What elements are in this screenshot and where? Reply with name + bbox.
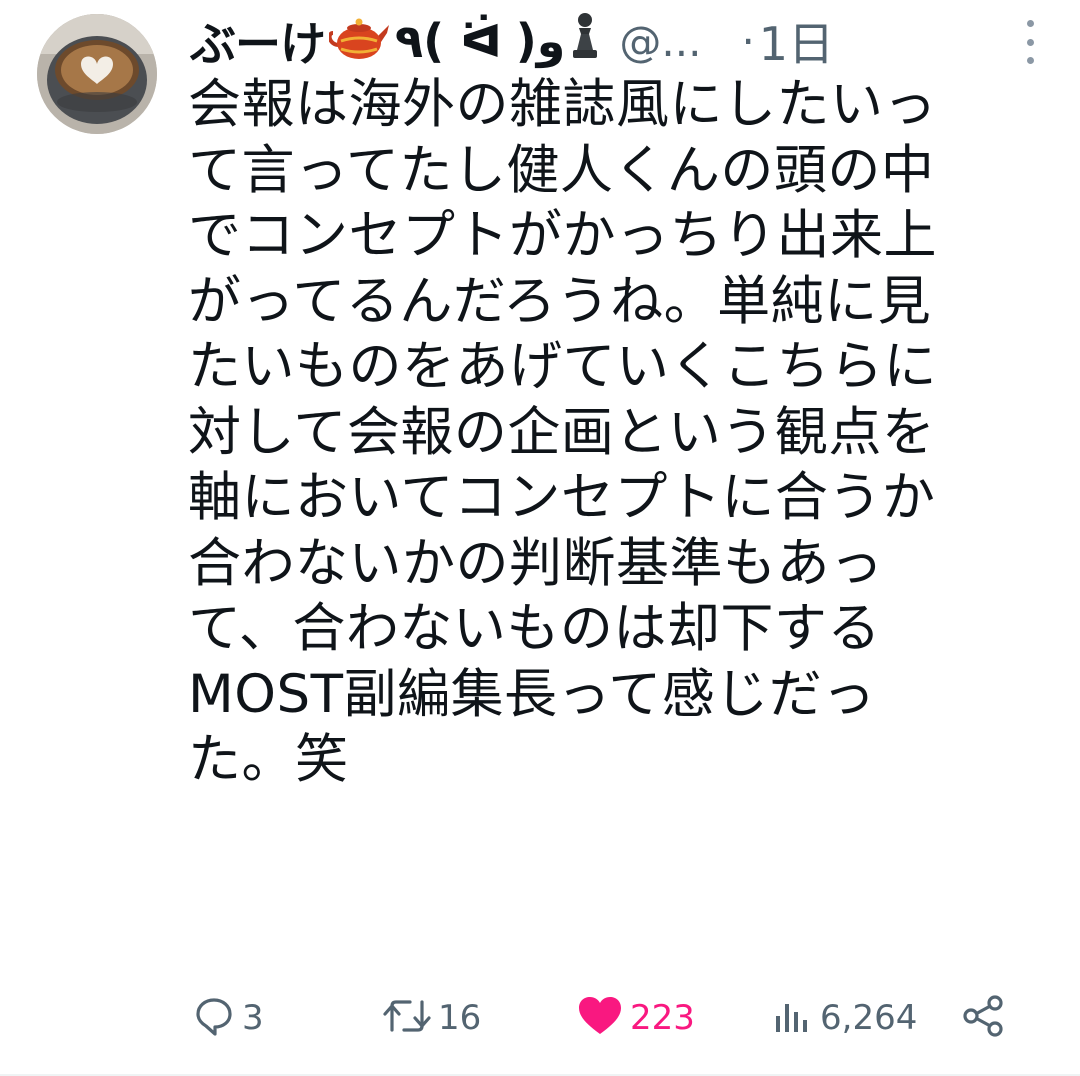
reply-button[interactable]: 3	[192, 990, 264, 1046]
more-options-icon[interactable]	[1020, 20, 1040, 64]
user-handle[interactable]: @...	[619, 17, 701, 66]
like-button[interactable]: 223	[576, 990, 695, 1046]
teapot-icon	[327, 11, 391, 72]
tweet-header: ぶーけ ٩( ᐛ )و @... · 1日	[190, 6, 1050, 76]
tweet-actions: 3 16 223 6,264	[0, 990, 1080, 1046]
tweet-card[interactable]: ぶーけ ٩( ᐛ )و @... · 1日 会報は海外の雑誌風にしたいっ て言っ…	[0, 0, 1080, 1076]
tweet-text-line: がってるんだろうね。単純に見	[188, 270, 932, 332]
avatar[interactable]	[37, 14, 157, 134]
heart-icon	[576, 994, 624, 1042]
retweet-icon	[382, 994, 432, 1042]
tweet-text-line: 合わないかの判断基準もあっ	[188, 532, 884, 594]
reply-icon	[192, 994, 236, 1042]
display-name-decoration: ٩( ᐛ )و	[395, 14, 566, 68]
tweet-text-line: て、合わないものは却下する	[188, 598, 881, 659]
display-name[interactable]: ぶーけ ٩( ᐛ )و	[190, 8, 601, 74]
retweet-count: 16	[438, 998, 482, 1038]
tweet-text-line: MOST副編集長って感じだっ	[188, 663, 876, 725]
avatar-latte-image	[37, 14, 157, 134]
chess-pawn-icon	[569, 10, 601, 73]
share-icon	[960, 993, 1006, 1043]
tweet-text-line: 対して会報の企画という観点を	[188, 401, 936, 463]
tweet-text-line: でコンセプトがかっちり出来上	[188, 205, 937, 266]
tweet-text-line: 会報は海外の雑誌風にしたいっ	[188, 74, 937, 135]
like-count: 223	[630, 998, 695, 1038]
views-count: 6,264	[820, 998, 918, 1038]
tweet-text: 会報は海外の雑誌風にしたいっ て言ってたし健人くんの頭の中 でコンセプトがかっち…	[188, 72, 1048, 793]
tweet-text-line: た。笑	[188, 729, 349, 790]
time-separator: ·	[741, 16, 755, 66]
share-button[interactable]	[960, 990, 1006, 1046]
display-name-text: ぶーけ	[190, 17, 326, 71]
views-button[interactable]: 6,264	[770, 990, 917, 1046]
tweet-text-line: たいものをあげていくこちらに	[188, 336, 937, 397]
views-bar-chart-icon	[770, 994, 814, 1042]
tweet-text-line: て言ってたし健人くんの頭の中	[188, 139, 935, 201]
tweet-timestamp[interactable]: 1日	[759, 8, 834, 74]
reply-count: 3	[242, 998, 264, 1038]
retweet-button[interactable]: 16	[382, 990, 481, 1046]
tweet-text-line: 軸においてコンセプトに合うか	[188, 467, 936, 528]
